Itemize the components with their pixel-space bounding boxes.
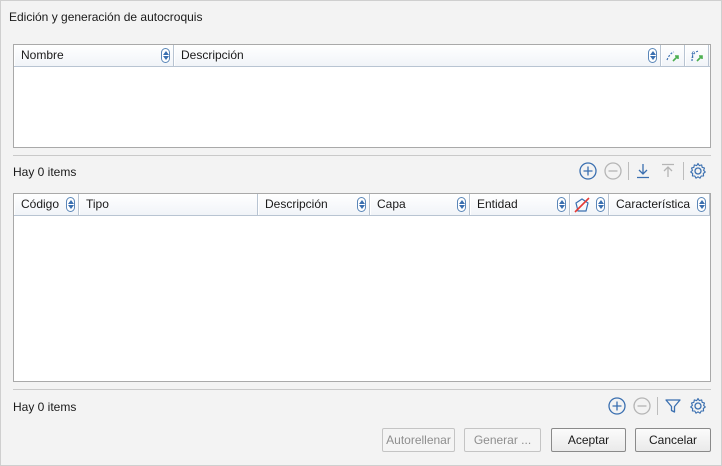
export-icon[interactable] [657,160,679,182]
remove-icon[interactable] [602,160,624,182]
bottom-table-header: Código Tipo Descripción Capa Entidad Car… [14,194,710,216]
gear-icon[interactable] [687,160,709,182]
column-header-tipo[interactable]: Tipo [79,194,258,215]
top-status-row: Hay 0 items [1,156,722,186]
sort-icon[interactable] [557,197,566,212]
add-icon[interactable] [577,160,599,182]
column-header-label: Descripción [181,48,244,62]
column-header-entidad[interactable]: Entidad [470,194,570,215]
column-header-label: Característica [616,197,691,211]
column-header-codigo[interactable]: Código [14,194,79,215]
remove-icon[interactable] [631,395,653,417]
title-bar: Edición y generación de autocroquis [1,1,721,33]
toolbar-separator [683,162,684,180]
column-header-label: Capa [377,197,406,211]
sort-icon[interactable] [648,48,657,63]
top-table[interactable]: Nombre Descripción f [13,44,711,148]
divider [13,389,711,390]
generate-button[interactable]: Generar ... [464,428,541,452]
formula-link-icon[interactable]: f [685,45,709,66]
accept-button[interactable]: Aceptar [551,428,626,452]
column-header-descripcion[interactable]: Descripción [258,194,370,215]
bottom-table[interactable]: Código Tipo Descripción Capa Entidad Car… [13,193,711,382]
window-title: Edición y generación de autocroquis [9,10,203,24]
column-header-label: Entidad [477,197,518,211]
add-icon[interactable] [606,395,628,417]
sort-icon[interactable] [596,197,605,212]
bottom-items-count: Hay 0 items [13,400,77,414]
column-header-caracteristica[interactable]: Característica [609,194,710,215]
dialog-window: Edición y generación de autocroquis Nomb… [0,0,722,466]
toolbar-separator [657,397,658,415]
link-map-icon[interactable] [661,45,685,66]
column-header-label: Tipo [86,197,109,211]
import-icon[interactable] [632,160,654,182]
sort-icon[interactable] [357,197,366,212]
sort-icon[interactable] [457,197,466,212]
column-header-nombre[interactable]: Nombre [14,45,174,66]
top-items-count: Hay 0 items [13,165,77,179]
no-shape-icon [574,197,590,213]
autofill-button[interactable]: Autorellenar [382,428,455,452]
bottom-status-row: Hay 0 items [1,391,722,421]
sort-icon[interactable] [66,197,75,212]
column-header-descripcion[interactable]: Descripción [174,45,661,66]
column-header-capa[interactable]: Capa [370,194,470,215]
column-header-label: Código [21,197,60,211]
filter-icon[interactable] [662,395,684,417]
toolbar-separator [628,162,629,180]
gear-icon[interactable] [687,395,709,417]
sort-icon[interactable] [161,48,170,63]
column-header-shape[interactable] [570,194,609,215]
column-header-label: Nombre [21,48,64,62]
svg-text:f: f [691,51,695,60]
column-header-label: Descripción [265,197,328,211]
cancel-button[interactable]: Cancelar [635,428,711,452]
top-table-header: Nombre Descripción f [14,45,710,67]
sort-icon[interactable] [697,197,706,212]
